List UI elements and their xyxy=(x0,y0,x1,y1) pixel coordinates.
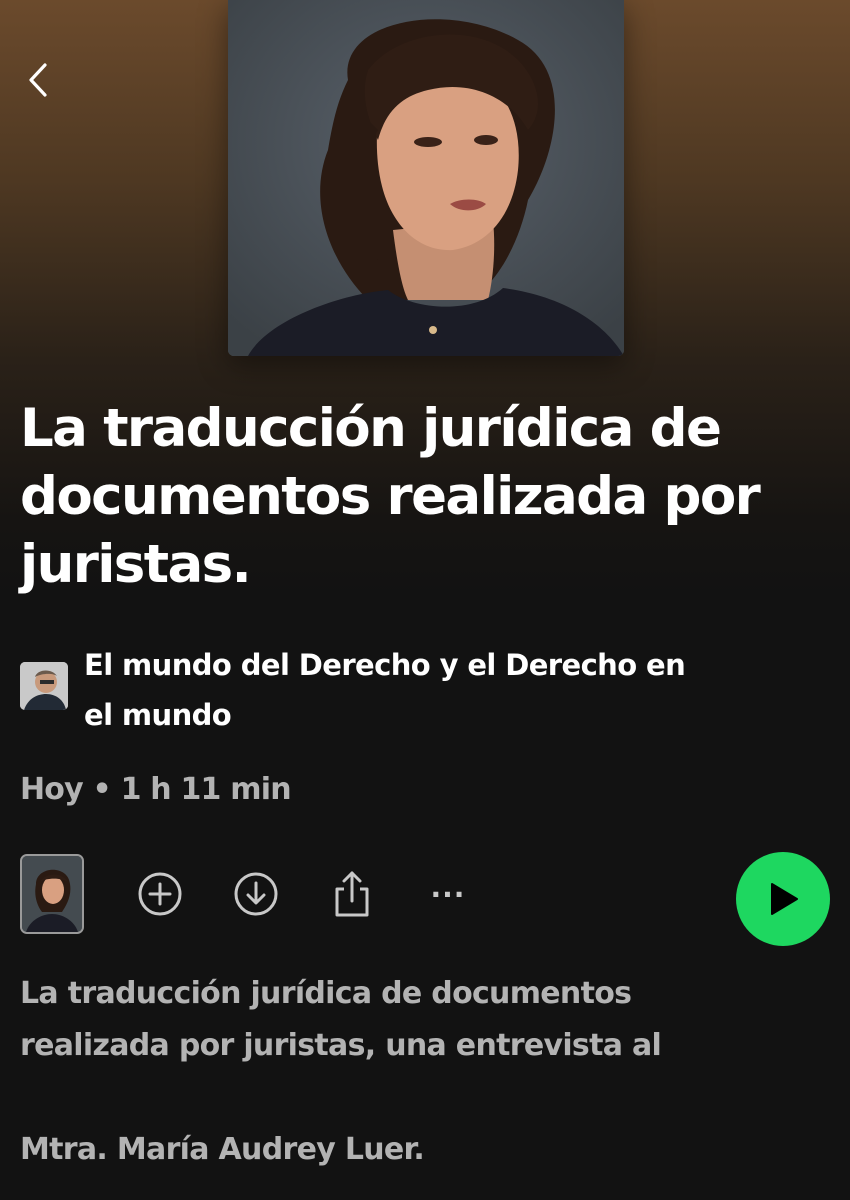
action-bar: ··· xyxy=(20,852,830,946)
more-icon: ··· xyxy=(430,877,466,911)
share-icon xyxy=(335,871,369,917)
description-gap xyxy=(20,1072,820,1124)
play-button[interactable] xyxy=(736,852,830,946)
episode-duration: 1 h 11 min xyxy=(120,772,292,807)
episode-title-line: La traducción jurídica de xyxy=(20,398,722,459)
description-line: La traducción jurídica de documentos xyxy=(20,976,632,1011)
episode-title-line: juristas. xyxy=(20,534,252,595)
back-button[interactable] xyxy=(18,58,58,102)
chevron-left-icon xyxy=(29,63,47,97)
show-name[interactable]: El mundo del Derecho y el Derecho en el … xyxy=(84,640,784,740)
show-name-line: El mundo del Derecho y el Derecho en xyxy=(84,648,686,682)
plus-circle-icon xyxy=(138,872,182,916)
episode-title-line: documentos realizada por xyxy=(20,466,761,527)
download-button[interactable] xyxy=(232,870,280,918)
episode-meta: Hoy • 1 h 11 min xyxy=(20,772,292,807)
meta-separator: • xyxy=(92,772,112,807)
episode-description: La traducción jurídica de documentos rea… xyxy=(20,968,820,1176)
episode-title: La traducción jurídica de documentos rea… xyxy=(20,395,820,599)
episode-date: Hoy xyxy=(20,772,84,807)
more-options-button[interactable]: ··· xyxy=(424,870,472,918)
play-icon xyxy=(771,883,798,915)
share-button[interactable] xyxy=(328,870,376,918)
show-link[interactable]: El mundo del Derecho y el Derecho en el … xyxy=(20,640,820,740)
add-to-library-button[interactable] xyxy=(136,870,184,918)
description-line: Mtra. María Audrey Luer. xyxy=(20,1132,425,1167)
description-line: realizada por juristas, una entrevista a… xyxy=(20,1028,662,1063)
episode-thumbnail-button[interactable] xyxy=(20,854,84,934)
episode-cover-art xyxy=(228,0,624,356)
show-name-line: el mundo xyxy=(84,698,232,732)
show-avatar xyxy=(20,662,68,710)
download-circle-icon xyxy=(234,872,278,916)
